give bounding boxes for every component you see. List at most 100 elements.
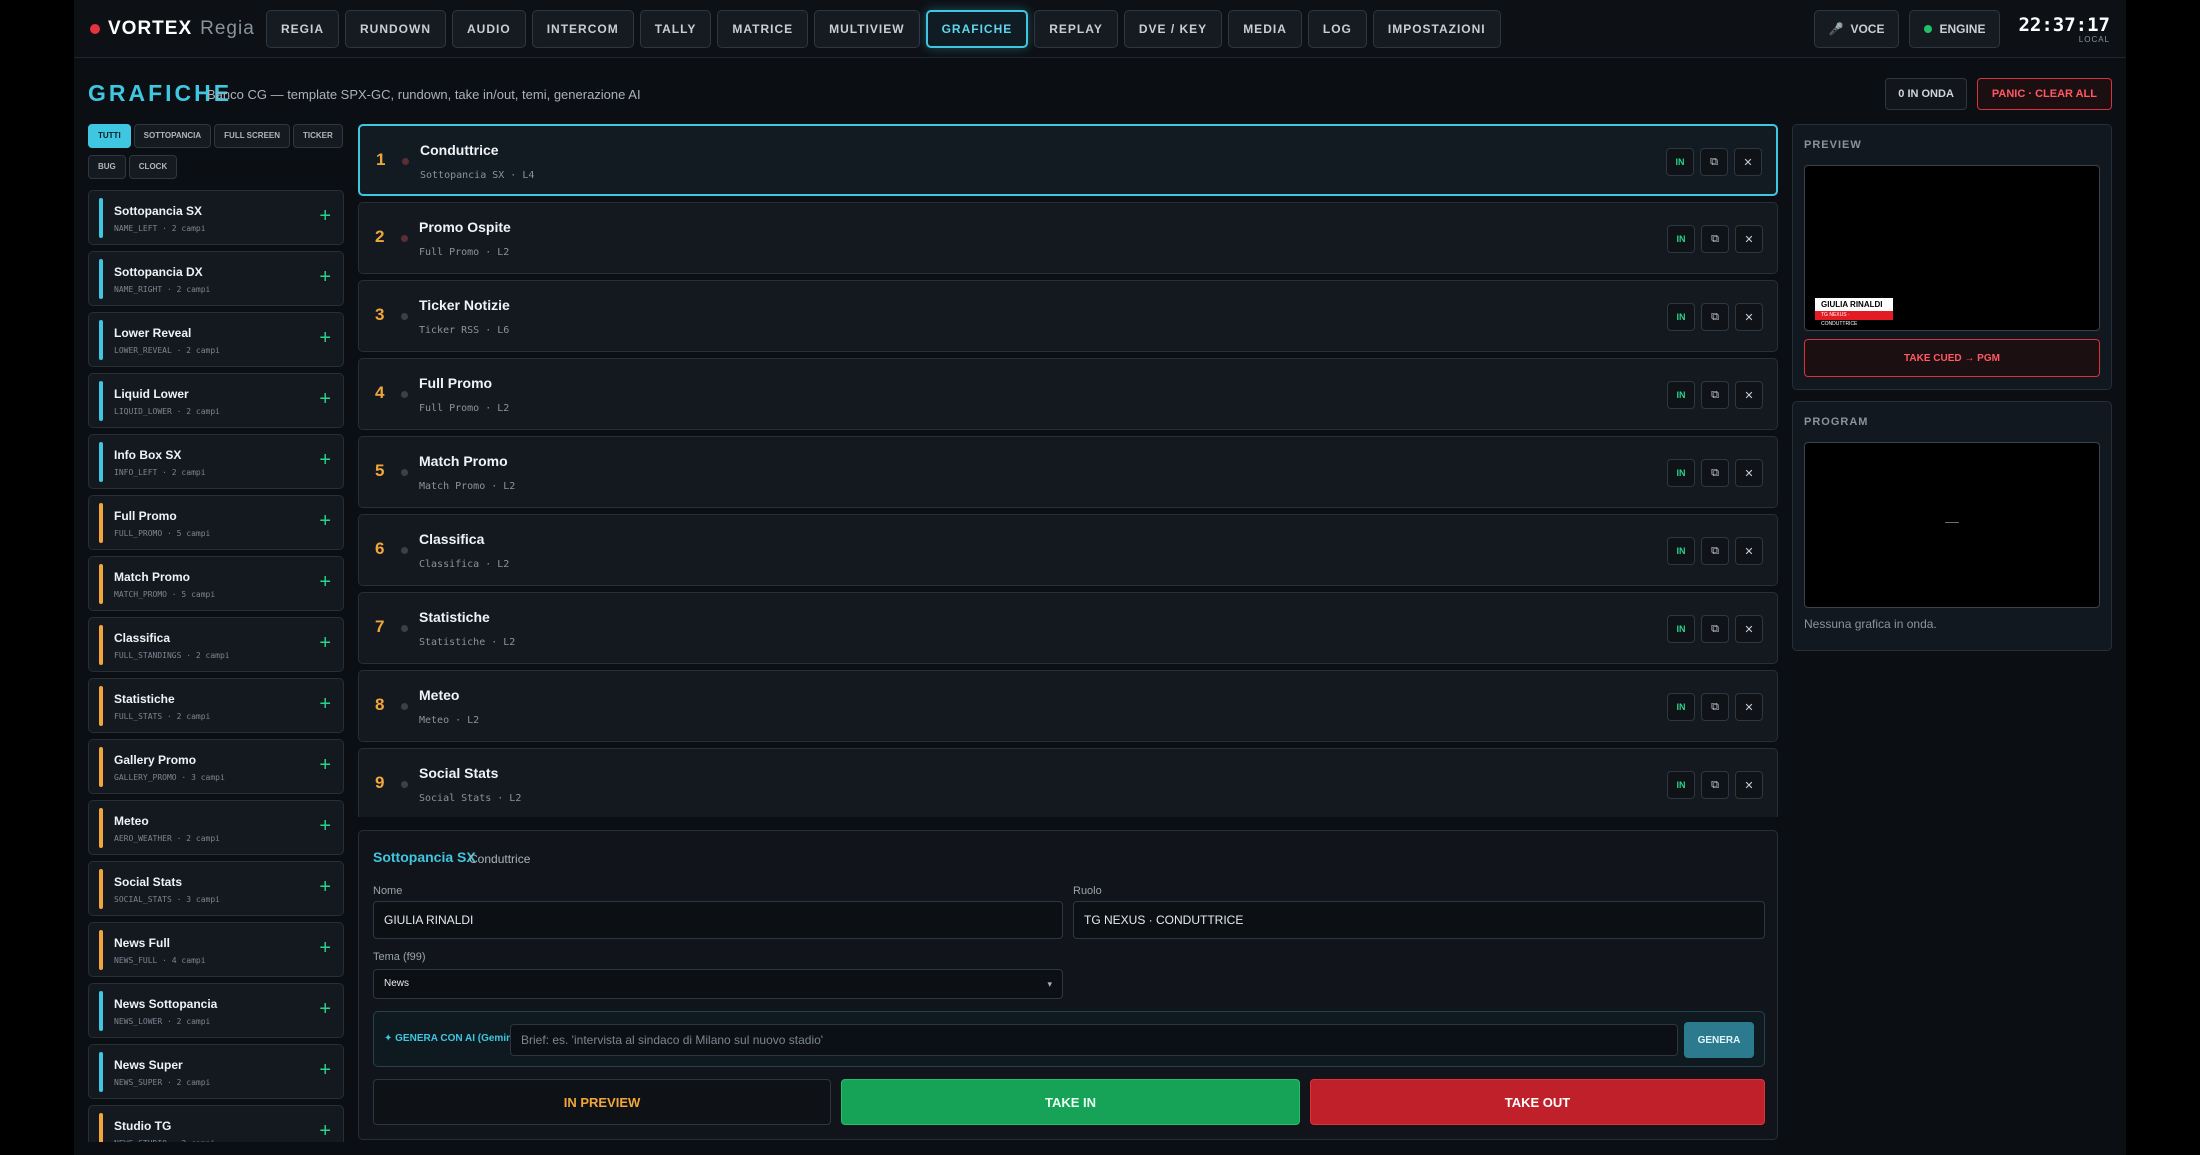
add-icon[interactable]: + <box>319 997 331 1021</box>
template-item[interactable]: Sottopancia DX NAME_RIGHT · 2 campi + <box>88 251 344 306</box>
filter-chip-clock[interactable]: CLOCK <box>128 155 178 179</box>
nav-tab-replay[interactable]: REPLAY <box>1034 10 1118 48</box>
nav-tab-intercom[interactable]: INTERCOM <box>531 10 634 48</box>
rundown-in-button[interactable]: IN <box>1667 771 1695 799</box>
close-icon[interactable]: ✕ <box>1735 459 1763 487</box>
template-item[interactable]: Match Promo MATCH_PROMO · 5 campi + <box>88 556 344 611</box>
template-item[interactable]: News Super NEWS_SUPER · 2 campi + <box>88 1044 344 1099</box>
template-item[interactable]: Statistiche FULL_STATS · 2 campi + <box>88 678 344 733</box>
template-item[interactable]: Full Promo FULL_PROMO · 5 campi + <box>88 495 344 550</box>
template-item[interactable]: Classifica FULL_STANDINGS · 2 campi + <box>88 617 344 672</box>
template-item[interactable]: Info Box SX INFO_LEFT · 2 campi + <box>88 434 344 489</box>
rundown-in-button[interactable]: IN <box>1667 537 1695 565</box>
nav-tab-grafiche[interactable]: GRAFICHE <box>925 10 1029 48</box>
nav-tab-rundown[interactable]: RUNDOWN <box>345 10 447 48</box>
nav-tab-media[interactable]: MEDIA <box>1228 10 1302 48</box>
add-icon[interactable]: + <box>319 814 331 838</box>
add-icon[interactable]: + <box>319 204 331 228</box>
rundown-row[interactable]: 4 Full Promo Full Promo · L2 IN ⧉ ✕ <box>358 358 1778 430</box>
rundown-row[interactable]: 3 Ticker Notizie Ticker RSS · L6 IN ⧉ ✕ <box>358 280 1778 352</box>
rundown-row[interactable]: 2 Promo Ospite Full Promo · L2 IN ⧉ ✕ <box>358 202 1778 274</box>
duplicate-icon[interactable]: ⧉ <box>1701 771 1729 799</box>
theme-select[interactable]: News ▾ <box>373 969 1063 999</box>
add-icon[interactable]: + <box>319 387 331 411</box>
in-preview-button[interactable]: IN PREVIEW <box>373 1079 831 1125</box>
duplicate-icon[interactable]: ⧉ <box>1700 148 1728 176</box>
nav-tab-impostazioni[interactable]: IMPOSTAZIONI <box>1372 10 1501 48</box>
take-cued-to-pgm-button[interactable]: TAKE CUED → PGM <box>1804 339 2100 377</box>
add-icon[interactable]: + <box>319 570 331 594</box>
template-item[interactable]: Social Stats SOCIAL_STATS · 3 campi + <box>88 861 344 916</box>
add-icon[interactable]: + <box>319 448 331 472</box>
panic-clear-all-button[interactable]: PANIC · CLEAR ALL <box>1976 78 2112 110</box>
close-icon[interactable]: ✕ <box>1735 693 1763 721</box>
close-icon[interactable]: ✕ <box>1735 537 1763 565</box>
take-in-button[interactable]: TAKE IN <box>841 1079 1300 1125</box>
rundown-in-button[interactable]: IN <box>1667 459 1695 487</box>
nav-tab-dve-key[interactable]: DVE / KEY <box>1123 10 1223 48</box>
rundown-row[interactable]: 8 Meteo Meteo · L2 IN ⧉ ✕ <box>358 670 1778 742</box>
template-item[interactable]: Liquid Lower LIQUID_LOWER · 2 campi + <box>88 373 344 428</box>
template-item[interactable]: Studio TG NEWS_STUDIO · 2 campi + <box>88 1105 344 1142</box>
close-icon[interactable]: ✕ <box>1735 225 1763 253</box>
close-icon[interactable]: ✕ <box>1735 615 1763 643</box>
engine-status[interactable]: ENGINE <box>1909 10 2001 48</box>
filter-chip-sottopancia[interactable]: SOTTOPANCIA <box>133 124 212 148</box>
add-icon[interactable]: + <box>319 753 331 777</box>
close-icon[interactable]: ✕ <box>1735 771 1763 799</box>
rundown-row[interactable]: 5 Match Promo Match Promo · L2 IN ⧉ ✕ <box>358 436 1778 508</box>
take-out-button[interactable]: TAKE OUT <box>1310 1079 1765 1125</box>
rundown-row[interactable]: 6 Classifica Classifica · L2 IN ⧉ ✕ <box>358 514 1778 586</box>
rundown-in-button[interactable]: IN <box>1667 615 1695 643</box>
nav-tab-tally[interactable]: TALLY <box>639 10 712 48</box>
add-icon[interactable]: + <box>319 326 331 350</box>
role-field[interactable]: TG NEXUS · CONDUTTRICE <box>1073 901 1765 939</box>
rundown-row[interactable]: 9 Social Stats Social Stats · L2 IN ⧉ ✕ <box>358 748 1778 817</box>
close-icon[interactable]: ✕ <box>1734 148 1762 176</box>
ai-generate-button[interactable]: GENERA <box>1684 1022 1754 1058</box>
nav-tab-multiview[interactable]: MULTIVIEW <box>814 10 920 48</box>
template-item[interactable]: Meteo AERO_WEATHER · 2 campi + <box>88 800 344 855</box>
rundown-in-button[interactable]: IN <box>1667 303 1695 331</box>
filter-chip-full-screen[interactable]: FULL SCREEN <box>214 124 291 148</box>
duplicate-icon[interactable]: ⧉ <box>1701 303 1729 331</box>
duplicate-icon[interactable]: ⧉ <box>1701 381 1729 409</box>
duplicate-icon[interactable]: ⧉ <box>1701 693 1729 721</box>
on-air-count-button[interactable]: 0 IN ONDA <box>1885 78 1967 110</box>
add-icon[interactable]: + <box>319 692 331 716</box>
filter-chip-bug[interactable]: BUG <box>88 155 126 179</box>
filter-chip-ticker[interactable]: TICKER <box>293 124 343 148</box>
duplicate-icon[interactable]: ⧉ <box>1701 459 1729 487</box>
template-item[interactable]: Gallery Promo GALLERY_PROMO · 3 campi + <box>88 739 344 794</box>
add-icon[interactable]: + <box>319 936 331 960</box>
nav-tab-audio[interactable]: AUDIO <box>452 10 526 48</box>
add-icon[interactable]: + <box>319 509 331 533</box>
template-item[interactable]: Lower Reveal LOWER_REVEAL · 2 campi + <box>88 312 344 367</box>
nav-tab-regia[interactable]: REGIA <box>266 10 340 48</box>
voice-button[interactable]: 🎤 VOCE <box>1813 10 1900 48</box>
duplicate-icon[interactable]: ⧉ <box>1701 537 1729 565</box>
template-item[interactable]: Sottopancia SX NAME_LEFT · 2 campi + <box>88 190 344 245</box>
template-item[interactable]: News Full NEWS_FULL · 4 campi + <box>88 922 344 977</box>
name-field[interactable]: GIULIA RINALDI <box>373 901 1063 939</box>
add-icon[interactable]: + <box>319 1119 331 1142</box>
filter-chip-tutti[interactable]: TUTTI <box>88 124 131 148</box>
rundown-in-button[interactable]: IN <box>1666 148 1694 176</box>
close-icon[interactable]: ✕ <box>1735 303 1763 331</box>
template-item[interactable]: News Sottopancia NEWS_LOWER · 2 campi + <box>88 983 344 1038</box>
ai-brief-input[interactable]: Brief: es. 'intervista al sindaco di Mil… <box>510 1024 1678 1056</box>
rundown-in-button[interactable]: IN <box>1667 381 1695 409</box>
close-icon[interactable]: ✕ <box>1735 381 1763 409</box>
rundown-in-button[interactable]: IN <box>1667 225 1695 253</box>
add-icon[interactable]: + <box>319 265 331 289</box>
nav-tab-log[interactable]: LOG <box>1307 10 1367 48</box>
add-icon[interactable]: + <box>319 631 331 655</box>
rundown-in-button[interactable]: IN <box>1667 693 1695 721</box>
duplicate-icon[interactable]: ⧉ <box>1701 615 1729 643</box>
rundown-row[interactable]: 7 Statistiche Statistiche · L2 IN ⧉ ✕ <box>358 592 1778 664</box>
add-icon[interactable]: + <box>319 1058 331 1082</box>
duplicate-icon[interactable]: ⧉ <box>1701 225 1729 253</box>
add-icon[interactable]: + <box>319 875 331 899</box>
nav-tab-matrice[interactable]: MATRICE <box>717 10 809 48</box>
rundown-row[interactable]: 1 Conduttrice Sottopancia SX · L4 IN ⧉ ✕ <box>358 124 1778 196</box>
